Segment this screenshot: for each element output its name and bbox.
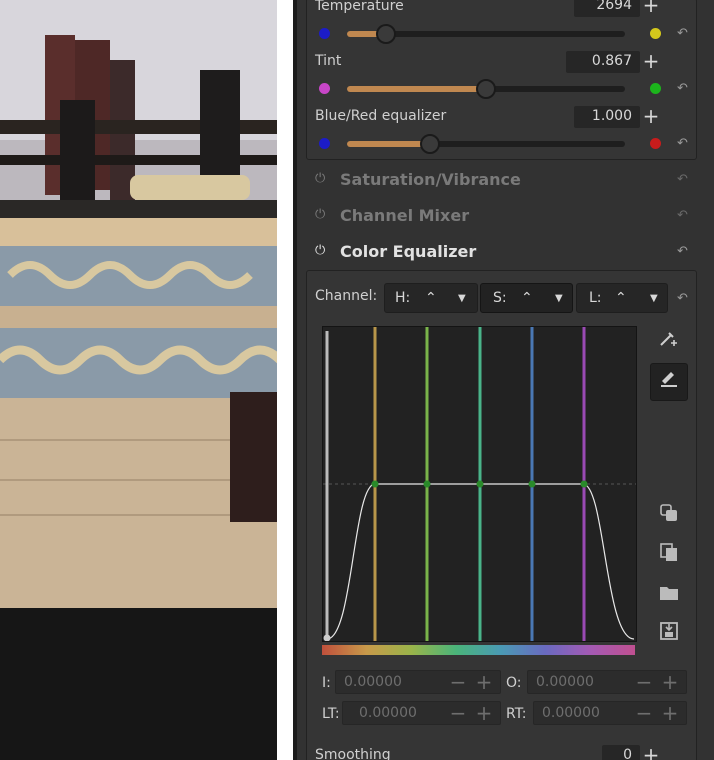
curve-control-point[interactable] bbox=[580, 480, 588, 488]
tint-slider-fill bbox=[347, 86, 486, 92]
blue-red-slider-fill bbox=[347, 141, 430, 147]
channel-mixer-power-icon[interactable]: ⏻ bbox=[315, 207, 325, 222]
image-preview bbox=[0, 0, 277, 760]
curve-control-point[interactable] bbox=[423, 480, 431, 488]
blue-red-low-dot bbox=[319, 138, 330, 149]
channel-l-label: L: bbox=[589, 290, 602, 306]
curve-control-point[interactable] bbox=[476, 480, 484, 488]
tint-reset-icon[interactable]: ↶ bbox=[677, 81, 688, 96]
folder-open-icon[interactable] bbox=[650, 579, 688, 617]
tool-panel: Temperature 2694 + ↶ Tint 0.867 + ↶ Blue… bbox=[297, 0, 714, 760]
tint-value[interactable]: 0.867 bbox=[566, 51, 640, 73]
lt-minus-button[interactable]: − bbox=[448, 701, 468, 725]
curve-icon: ⌃ bbox=[521, 290, 533, 306]
section-saturation-vibrance[interactable]: Saturation/Vibrance bbox=[340, 170, 521, 189]
temperature-high-dot bbox=[650, 28, 661, 39]
lt-field[interactable]: 0.00000 − + bbox=[342, 701, 501, 725]
curve-icon: ⌃ bbox=[615, 290, 627, 306]
saturation-power-icon[interactable]: ⏻ bbox=[315, 171, 325, 186]
curve-control-point[interactable] bbox=[371, 480, 379, 488]
curve-endpoint[interactable] bbox=[323, 634, 331, 642]
o-minus-button[interactable]: − bbox=[634, 670, 654, 694]
o-field[interactable]: 0.00000 − + bbox=[527, 670, 687, 694]
i-plus-button[interactable]: + bbox=[474, 670, 494, 694]
saturation-reset-icon[interactable]: ↶ bbox=[677, 172, 688, 187]
blue-red-high-dot bbox=[650, 138, 661, 149]
channel-mixer-reset-icon[interactable]: ↶ bbox=[677, 208, 688, 223]
white-balance-box bbox=[306, 0, 697, 160]
edit-pen-icon[interactable] bbox=[650, 363, 688, 401]
blue-red-plus-button[interactable]: + bbox=[640, 106, 662, 128]
color-equalizer-power-icon[interactable]: ⏻ bbox=[315, 243, 325, 258]
temperature-value[interactable]: 2694 bbox=[574, 0, 640, 17]
chevron-down-icon: ▼ bbox=[458, 293, 466, 304]
temperature-low-dot bbox=[319, 28, 330, 39]
o-plus-button[interactable]: + bbox=[660, 670, 680, 694]
tint-plus-button[interactable]: + bbox=[640, 51, 662, 73]
i-minus-button[interactable]: − bbox=[448, 670, 468, 694]
channel-l-dropdown[interactable]: L: ⌃ ▼ bbox=[576, 283, 668, 313]
i-label: I: bbox=[322, 675, 331, 691]
temperature-plus-button[interactable]: + bbox=[640, 0, 662, 17]
tint-slider[interactable] bbox=[347, 79, 625, 99]
preview-border bbox=[277, 0, 293, 760]
chevron-down-icon: ▼ bbox=[555, 293, 563, 304]
channel-h-label: H: bbox=[395, 290, 411, 306]
temperature-reset-icon[interactable]: ↶ bbox=[677, 26, 688, 41]
curve-control-point[interactable] bbox=[528, 480, 536, 488]
channel-h-dropdown[interactable]: H: ⌃ ▼ bbox=[384, 283, 478, 313]
lt-plus-button[interactable]: + bbox=[474, 701, 494, 725]
preview-photo bbox=[0, 0, 277, 760]
smoothing-label: Smoothing bbox=[315, 747, 391, 760]
o-label: O: bbox=[506, 675, 522, 691]
o-value: 0.00000 bbox=[536, 674, 594, 690]
rt-value: 0.00000 bbox=[542, 705, 600, 721]
lt-value: 0.00000 bbox=[359, 705, 417, 721]
color-equalizer-reset-icon[interactable]: ↶ bbox=[677, 244, 688, 259]
blue-red-label: Blue/Red equalizer bbox=[315, 108, 447, 124]
section-color-equalizer[interactable]: Color Equalizer bbox=[340, 242, 476, 261]
blue-red-reset-icon[interactable]: ↶ bbox=[677, 136, 688, 151]
channel-label: Channel: bbox=[315, 288, 378, 304]
hue-gradient-bar bbox=[322, 645, 635, 655]
rt-label: RT: bbox=[506, 706, 527, 722]
tint-label: Tint bbox=[315, 53, 342, 69]
save-icon[interactable] bbox=[650, 618, 688, 656]
smoothing-value[interactable]: 0 bbox=[602, 745, 640, 760]
channel-s-label: S: bbox=[493, 290, 507, 306]
temperature-slider[interactable] bbox=[347, 24, 625, 44]
rt-plus-button[interactable]: + bbox=[660, 701, 680, 725]
section-channel-mixer[interactable]: Channel Mixer bbox=[340, 206, 469, 225]
temperature-label: Temperature bbox=[315, 0, 404, 14]
equalizer-curve-graph[interactable] bbox=[322, 326, 637, 642]
channel-s-dropdown[interactable]: S: ⌃ ▼ bbox=[480, 283, 573, 313]
blue-red-slider[interactable] bbox=[347, 134, 625, 154]
temperature-slider-knob[interactable] bbox=[376, 24, 396, 44]
i-field[interactable]: 0.00000 − + bbox=[335, 670, 501, 694]
tint-slider-knob[interactable] bbox=[476, 79, 496, 99]
rt-minus-button[interactable]: − bbox=[634, 701, 654, 725]
smoothing-plus-button[interactable]: + bbox=[640, 745, 662, 760]
copy-icon[interactable] bbox=[650, 539, 688, 577]
tint-high-dot bbox=[650, 83, 661, 94]
curve-icon: ⌃ bbox=[425, 290, 437, 306]
link-icon[interactable] bbox=[650, 500, 688, 538]
rt-field[interactable]: 0.00000 − + bbox=[533, 701, 687, 725]
i-value: 0.00000 bbox=[344, 674, 402, 690]
channel-reset-icon[interactable]: ↶ bbox=[677, 291, 688, 306]
curve-canvas[interactable] bbox=[323, 327, 636, 642]
picker-add-icon[interactable] bbox=[650, 324, 688, 362]
blue-red-value[interactable]: 1.000 bbox=[574, 106, 640, 128]
tint-low-dot bbox=[319, 83, 330, 94]
blue-red-slider-knob[interactable] bbox=[420, 134, 440, 154]
lt-label: LT: bbox=[322, 706, 340, 722]
chevron-down-icon: ▼ bbox=[650, 293, 658, 304]
